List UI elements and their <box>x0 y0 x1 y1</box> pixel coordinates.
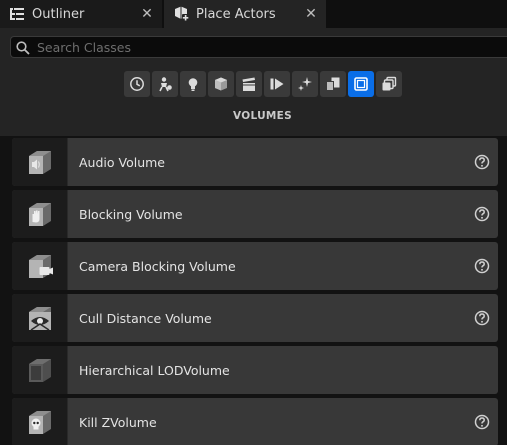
list-item-cull-distance-volume[interactable]: Cull Distance Volume <box>12 294 498 342</box>
category-visual-effects[interactable] <box>264 71 290 97</box>
item-label: Camera Blocking Volume <box>79 258 236 274</box>
camera-blocking-volume-icon <box>28 255 53 278</box>
list-item-hierarchical-lod-volume[interactable]: Hierarchical LODVolume <box>12 346 498 394</box>
category-basic[interactable] <box>152 71 178 97</box>
item-label: Hierarchical LODVolume <box>79 362 230 378</box>
tab-label: Outliner <box>32 6 85 22</box>
cull-distance-volume-icon <box>28 307 51 331</box>
thumbnail <box>12 398 68 445</box>
category-cinematic[interactable] <box>236 71 262 97</box>
category-volumes[interactable] <box>348 71 374 97</box>
item-label: Kill ZVolume <box>79 414 157 430</box>
tab-label: Place Actors <box>196 6 276 22</box>
help-icon[interactable] <box>474 258 490 274</box>
play-effects-icon <box>270 78 284 90</box>
help-icon[interactable] <box>474 154 490 170</box>
clock-icon <box>130 77 144 91</box>
thumbnail <box>12 190 68 238</box>
tab-outliner[interactable]: Outliner ✕ <box>0 0 162 28</box>
search-icon <box>16 40 30 55</box>
list-item-blocking-volume[interactable]: Blocking Volume <box>12 190 498 238</box>
section-title: VOLUMES <box>233 110 292 122</box>
place-actors-icon <box>173 6 189 22</box>
clapper-icon <box>242 77 255 91</box>
blocking-volume-icon <box>28 203 51 226</box>
close-icon[interactable]: ✕ <box>138 5 156 23</box>
tab-place-actors[interactable]: Place Actors ✕ <box>164 0 326 28</box>
basic-actors-icon <box>159 77 172 92</box>
stacked-cubes-icon <box>326 77 340 91</box>
search-input[interactable] <box>37 39 507 55</box>
help-icon[interactable] <box>474 414 490 430</box>
hlod-volume-icon <box>28 359 51 382</box>
tab-bar: Outliner ✕ Place Actors ✕ <box>0 0 507 28</box>
all-classes-icon <box>382 76 397 91</box>
item-label: Cull Distance Volume <box>79 310 212 326</box>
category-shapes[interactable] <box>208 71 234 97</box>
close-icon[interactable]: ✕ <box>302 5 320 23</box>
thumbnail <box>12 294 68 342</box>
thumbnail <box>12 346 68 394</box>
audio-volume-icon <box>28 151 51 174</box>
thumbnail <box>12 242 68 290</box>
list-item-camera-blocking-volume[interactable]: Camera Blocking Volume <box>12 242 498 290</box>
place-actors-panel: VOLUMES Audio Volume <box>0 28 507 445</box>
volume-icon <box>354 77 368 91</box>
lightbulb-icon <box>188 78 198 91</box>
category-volumes-alt[interactable] <box>320 71 346 97</box>
help-icon[interactable] <box>474 310 490 326</box>
category-all-classes[interactable] <box>376 71 402 97</box>
item-label: Audio Volume <box>79 154 165 170</box>
thumbnail <box>12 138 68 186</box>
category-recently-placed[interactable] <box>124 71 150 97</box>
kill-z-volume-icon <box>28 411 51 434</box>
category-lights[interactable] <box>180 71 206 97</box>
outliner-icon <box>9 6 25 22</box>
category-toolbar <box>124 71 402 97</box>
cube-icon <box>215 77 227 91</box>
item-label: Blocking Volume <box>79 206 183 222</box>
category-geometry[interactable] <box>292 71 318 97</box>
actor-list: Audio Volume Blocking Volume Camera Bloc… <box>0 136 507 445</box>
list-item-audio-volume[interactable]: Audio Volume <box>12 138 498 186</box>
sparkle-icon <box>298 77 312 91</box>
help-icon[interactable] <box>474 206 490 222</box>
list-item-kill-z-volume[interactable]: Kill ZVolume <box>12 398 498 445</box>
search-box[interactable] <box>10 36 507 58</box>
